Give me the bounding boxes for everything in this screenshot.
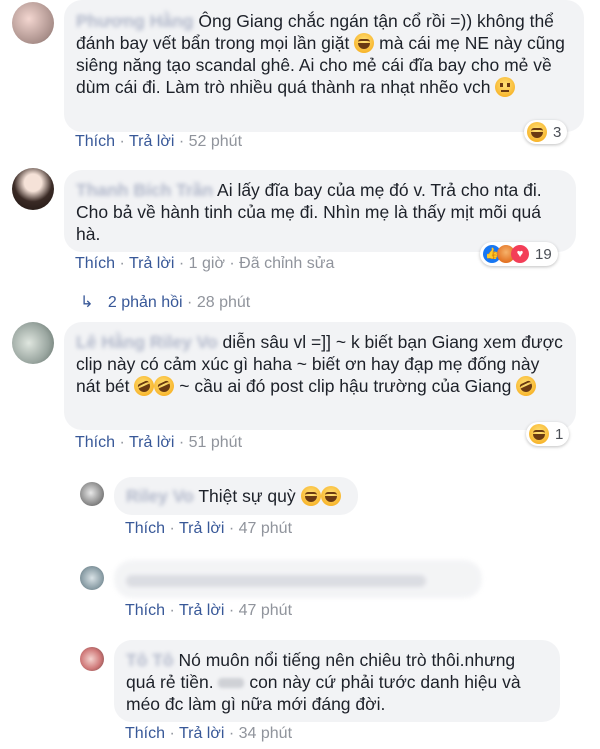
reply-link[interactable]: Trả lời (129, 133, 174, 150)
laugh-emoji-icon (320, 486, 341, 506)
like-link[interactable]: Thích (75, 133, 115, 150)
avatar[interactable] (12, 2, 54, 44)
edited-label[interactable]: Đã chỉnh sửa (239, 255, 334, 272)
reply-link[interactable]: Trả lời (179, 520, 224, 537)
like-link[interactable]: Thích (125, 602, 165, 619)
haha-reaction-icon (527, 122, 547, 142)
comment-time[interactable]: 52 phút (189, 133, 242, 150)
comment-bubble: Phương Hằng Ông Giang chắc ngán tận cổ r… (64, 0, 584, 132)
comment-actions: Thích · Trả lời · 1 giờ · Đã chỉnh sửa (75, 255, 335, 272)
comment-time[interactable]: 34 phút (239, 725, 292, 742)
comment-actions: Thích · Trả lời · 47 phút (125, 520, 293, 537)
replies-count[interactable]: 2 phản hồi (108, 294, 183, 311)
comment-bubble: Tô Tô Nó muôn nổi tiếng nên chiêu trò th… (114, 640, 560, 722)
comment-bubble (114, 560, 482, 598)
comment-author[interactable]: Lê Hằng Riley Vo (76, 332, 218, 352)
love-reaction-icon: ♥ (511, 245, 529, 263)
avatar[interactable] (12, 322, 54, 364)
avatar[interactable] (80, 647, 104, 671)
comment-bubble: Riley Vo Thiệt sự quỳ (114, 477, 358, 515)
blurred-content (126, 575, 426, 588)
reply-arrow-icon: ↳ (80, 294, 94, 311)
comment-author[interactable]: Riley Vo (126, 486, 194, 506)
laugh-emoji-icon (300, 486, 321, 506)
comment-time[interactable]: 47 phút (239, 602, 292, 619)
comment-actions: Thích · Trả lời · 34 phút (125, 725, 293, 742)
comment-bubble: Thanh Bích Trần Ai lấy đĩa bay của mẹ đó… (64, 170, 576, 252)
like-link[interactable]: Thích (75, 434, 115, 451)
like-link[interactable]: Thích (125, 725, 165, 742)
laugh-emoji-icon (354, 33, 375, 53)
comment-author[interactable]: Phương Hằng (76, 11, 193, 31)
comment-author[interactable]: Thanh Bích Trần (76, 180, 213, 200)
censored-word (218, 678, 245, 689)
reaction-count: 3 (553, 123, 562, 141)
rofl-emoji-icon (151, 372, 178, 400)
comment-actions: Thích · Trả lời · 52 phút (75, 133, 243, 150)
like-link[interactable]: Thích (125, 520, 165, 537)
comment-time[interactable]: 51 phút (189, 434, 242, 451)
rofl-emoji-icon (512, 372, 540, 400)
reaction-summary[interactable]: 👍 ♥ 19 (480, 242, 558, 266)
avatar[interactable] (80, 566, 104, 590)
comment-actions: Thích · Trả lời · 51 phút (75, 434, 243, 451)
comment-bubble: Lê Hằng Riley Vo diễn sâu vl =]] ~ k biế… (64, 322, 576, 430)
avatar[interactable] (80, 482, 104, 506)
reaction-count: 19 (535, 245, 552, 263)
reaction-count: 1 (555, 425, 564, 443)
replies-time: 28 phút (196, 294, 251, 311)
neutral-face-emoji-icon (495, 77, 516, 97)
reply-link[interactable]: Trả lời (129, 255, 174, 272)
comment-actions: Thích · Trả lời · 47 phút (125, 602, 293, 619)
comment-time[interactable]: 47 phút (239, 520, 292, 537)
comment-text-2: ~ cầu ai đó post clip hậu trường của Gia… (179, 376, 512, 396)
reply-link[interactable]: Trả lời (179, 725, 224, 742)
reaction-summary[interactable]: 3 (524, 120, 568, 144)
view-replies-link[interactable]: ↳ 2 phản hồi · 28 phút (80, 292, 250, 312)
reply-link[interactable]: Trả lời (129, 434, 174, 451)
haha-reaction-icon (529, 424, 549, 444)
comment-text: Thiệt sự quỳ (198, 486, 296, 506)
like-link[interactable]: Thích (75, 255, 115, 272)
comment-time[interactable]: 1 giờ (189, 255, 225, 272)
reaction-summary[interactable]: 1 (526, 422, 570, 446)
avatar[interactable] (12, 168, 54, 210)
comment-author[interactable]: Tô Tô (126, 650, 174, 670)
reply-link[interactable]: Trả lời (179, 602, 224, 619)
